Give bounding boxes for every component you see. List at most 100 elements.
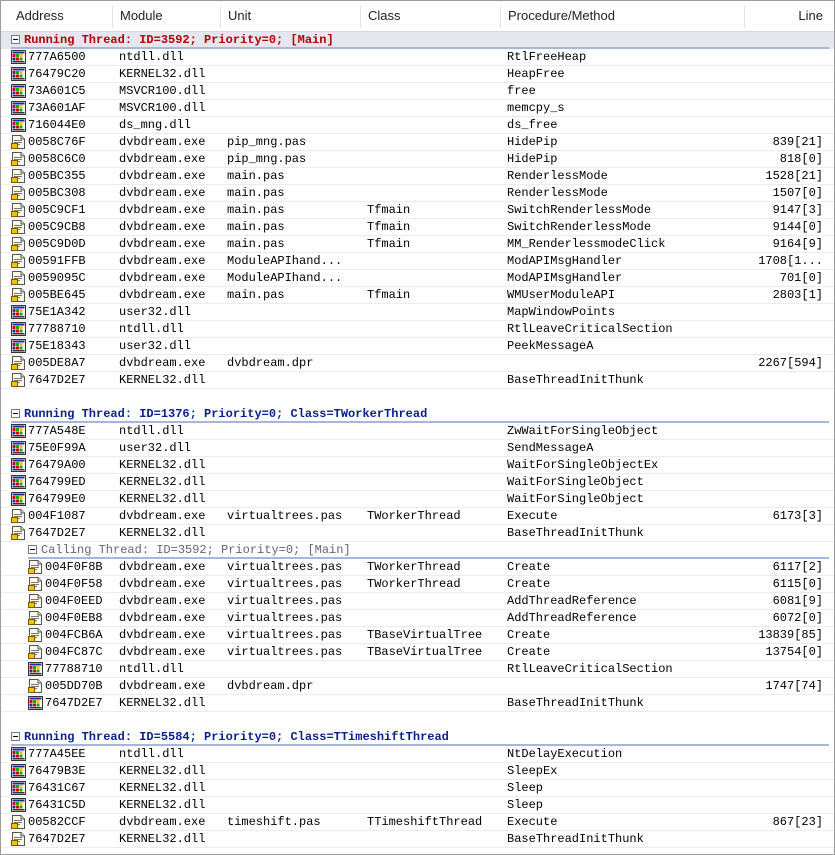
stack-frame-row[interactable]: 004F0EED dvbdream.exe virtualtrees.pas AddT…: [1, 593, 834, 610]
module-cell: KERNEL32.dll: [119, 67, 206, 81]
stack-frame-row[interactable]: 777A6500 ntdll.dll RtlFreeHeap: [1, 49, 834, 66]
module-icon: [11, 424, 26, 438]
class-cell: [367, 678, 501, 694]
stack-frame-row[interactable]: 005DE8A7 dvbdream.exe dvbdream.dpr 2267[594…: [1, 355, 834, 372]
column-unit[interactable]: Unit: [221, 1, 356, 31]
address-cell: 00582CCF: [28, 815, 86, 829]
stack-frame-row[interactable]: 76479A00 KERNEL32.dll WaitForSingleObjectE…: [1, 457, 834, 474]
class-cell: TWorkerThread: [367, 509, 461, 523]
stack-frame-row[interactable]: 00591FFB dvbdream.exe ModuleAPIhand... ModA…: [1, 253, 834, 270]
stack-frame-row[interactable]: 75E18343 user32.dll PeekMessageA: [1, 338, 834, 355]
thread-header[interactable]: Running Thread: ID=3592; Priority=0; [Ma…: [1, 32, 834, 49]
stack-frame-row[interactable]: 005BC355 dvbdream.exe main.pas RenderlessMo…: [1, 168, 834, 185]
stack-frame-row[interactable]: 0058C6C0 dvbdream.exe pip_mng.pas HidePip 81…: [1, 151, 834, 168]
column-module[interactable]: Module: [113, 1, 217, 31]
stack-frame-row[interactable]: 004F1087 dvbdream.exe virtualtrees.pas TWor…: [1, 508, 834, 525]
stack-frame-row[interactable]: 777A548E ntdll.dll ZwWaitForSingleObject: [1, 423, 834, 440]
unit-cell: pip_mng.pas: [227, 135, 307, 149]
stack-frame-row[interactable]: 7647D2E7 KERNEL32.dll BaseThreadInitThunk: [1, 525, 834, 542]
unit-cell: main.pas: [227, 288, 285, 302]
stack-frame-row[interactable]: 716044E0 ds_mng.dll ds_free: [1, 117, 834, 134]
collapse-toggle-icon[interactable]: [11, 732, 20, 741]
stack-frame-row[interactable]: 7647D2E7 KERNEL32.dll BaseThreadInitThunk: [1, 831, 834, 848]
unit-cell: pip_mng.pas: [227, 152, 307, 166]
module-cell: ntdll.dll: [119, 662, 184, 676]
stack-frame-row[interactable]: 77788710 ntdll.dll RtlLeaveCriticalSection: [1, 321, 834, 338]
module-icon: [11, 101, 26, 115]
class-cell: Tfmain: [367, 203, 411, 217]
stack-frame-row[interactable]: 73A601C5 MSVCR100.dll free: [1, 83, 834, 100]
address-cell: 764799E0: [28, 492, 86, 506]
stack-frame-row[interactable]: 7647D2E7 KERNEL32.dll BaseThreadInitThunk: [1, 695, 834, 712]
column-procedure[interactable]: Procedure/Method: [501, 1, 741, 31]
line-cell: 1528[21]: [765, 169, 823, 183]
stack-frame-row[interactable]: 004F0F8B dvbdream.exe virtualtrees.pas TWor…: [1, 559, 834, 576]
module-icon: [11, 339, 26, 353]
procedure-cell: MapWindowPoints: [507, 305, 616, 319]
module-cell: dvbdream.exe: [119, 645, 206, 659]
line-cell: [745, 525, 823, 541]
address-cell: 777A548E: [28, 424, 86, 438]
stack-frame-row[interactable]: 0058C76F dvbdream.exe pip_mng.pas HidePip 83…: [1, 134, 834, 151]
stack-frame-row[interactable]: 7647D2E7 KERNEL32.dll BaseThreadInitThunk: [1, 372, 834, 389]
calling-thread-header[interactable]: Calling Thread: ID=3592; Priority=0; [Ma…: [1, 542, 834, 559]
column-address[interactable]: Address: [9, 1, 109, 31]
module-cell: KERNEL32.dll: [119, 475, 206, 489]
stack-frame-row[interactable]: 005DD70B dvbdream.exe dvbdream.dpr 1747[74]: [1, 678, 834, 695]
stack-frame-row[interactable]: 76479C20 KERNEL32.dll HeapFree: [1, 66, 834, 83]
source-icon: [11, 152, 26, 166]
column-class[interactable]: Class: [361, 1, 496, 31]
stack-frame-row[interactable]: 005BC308 dvbdream.exe main.pas RenderlessMo…: [1, 185, 834, 202]
stack-frame-row[interactable]: 76431C5D KERNEL32.dll Sleep: [1, 797, 834, 814]
unit-cell: main.pas: [227, 203, 285, 217]
stack-frame-row[interactable]: 005C9CB8 dvbdream.exe main.pas Tfmain Switch…: [1, 219, 834, 236]
stack-frame-row[interactable]: 005BE645 dvbdream.exe main.pas Tfmain WMUser…: [1, 287, 834, 304]
column-line[interactable]: Line: [745, 1, 823, 31]
line-cell: [745, 117, 823, 133]
stack-frame-row[interactable]: 764799E0 KERNEL32.dll WaitForSingleObject: [1, 491, 834, 508]
source-icon: [11, 186, 26, 200]
stack-frame-row[interactable]: 005C9CF1 dvbdream.exe main.pas Tfmain Switch…: [1, 202, 834, 219]
stack-frame-row[interactable]: 777A45EE ntdll.dll NtDelayExecution: [1, 746, 834, 763]
module-cell: dvbdream.exe: [119, 135, 206, 149]
module-cell: dvbdream.exe: [119, 679, 206, 693]
stack-frame-row[interactable]: 73A601AF MSVCR100.dll memcpy_s: [1, 100, 834, 117]
stack-frame-row[interactable]: 0059095C dvbdream.exe ModuleAPIhand... ModA…: [1, 270, 834, 287]
stack-frame-row[interactable]: 76431C67 KERNEL32.dll Sleep: [1, 780, 834, 797]
stack-frame-row[interactable]: 004F0F58 dvbdream.exe virtualtrees.pas TWor…: [1, 576, 834, 593]
module-cell: KERNEL32.dll: [119, 832, 206, 846]
stack-rows: Running Thread: ID=3592; Priority=0; [Ma…: [1, 32, 834, 848]
unit-cell: [227, 474, 365, 490]
module-cell: dvbdream.exe: [119, 577, 206, 591]
module-cell: KERNEL32.dll: [119, 458, 206, 472]
address-cell: 777A6500: [28, 50, 86, 64]
procedure-cell: [507, 355, 745, 371]
stack-frame-row[interactable]: 004FCB6A dvbdream.exe virtualtrees.pas TBas…: [1, 627, 834, 644]
procedure-cell: Execute: [507, 509, 558, 523]
module-cell: KERNEL32.dll: [119, 373, 206, 387]
class-cell: Tfmain: [367, 220, 411, 234]
class-cell: Tfmain: [367, 288, 411, 302]
stack-frame-row[interactable]: 004FC87C dvbdream.exe virtualtrees.pas TBas…: [1, 644, 834, 661]
collapse-toggle-icon[interactable]: [11, 409, 20, 418]
line-cell: [745, 780, 823, 796]
stack-frame-row[interactable]: 005C9D0D dvbdream.exe main.pas Tfmain MM_Ren…: [1, 236, 834, 253]
stack-frame-row[interactable]: 764799ED KERNEL32.dll WaitForSingleObject: [1, 474, 834, 491]
stack-frame-row[interactable]: 77788710 ntdll.dll RtlLeaveCriticalSection: [1, 661, 834, 678]
class-cell: [367, 338, 501, 354]
stack-frame-row[interactable]: 004F0EB8 dvbdream.exe virtualtrees.pas AddT…: [1, 610, 834, 627]
stack-frame-row[interactable]: 75E1A342 user32.dll MapWindowPoints: [1, 304, 834, 321]
unit-cell: [227, 661, 365, 677]
collapse-toggle-icon[interactable]: [28, 545, 37, 554]
procedure-cell: Sleep: [507, 798, 544, 812]
unit-cell: [227, 525, 365, 541]
stack-frame-row[interactable]: 76479B3E KERNEL32.dll SleepEx: [1, 763, 834, 780]
line-cell: 6072[0]: [772, 611, 823, 625]
stack-frame-row[interactable]: 75E0F99A user32.dll SendMessageA: [1, 440, 834, 457]
module-cell: ntdll.dll: [119, 322, 184, 336]
stack-frame-row[interactable]: 00582CCF dvbdream.exe timeshift.pas TTimesh…: [1, 814, 834, 831]
collapse-toggle-icon[interactable]: [11, 35, 20, 44]
class-cell: [367, 831, 501, 847]
thread-header[interactable]: Running Thread: ID=5584; Priority=0; Cla…: [1, 729, 834, 746]
thread-header[interactable]: Running Thread: ID=1376; Priority=0; Cla…: [1, 406, 834, 423]
